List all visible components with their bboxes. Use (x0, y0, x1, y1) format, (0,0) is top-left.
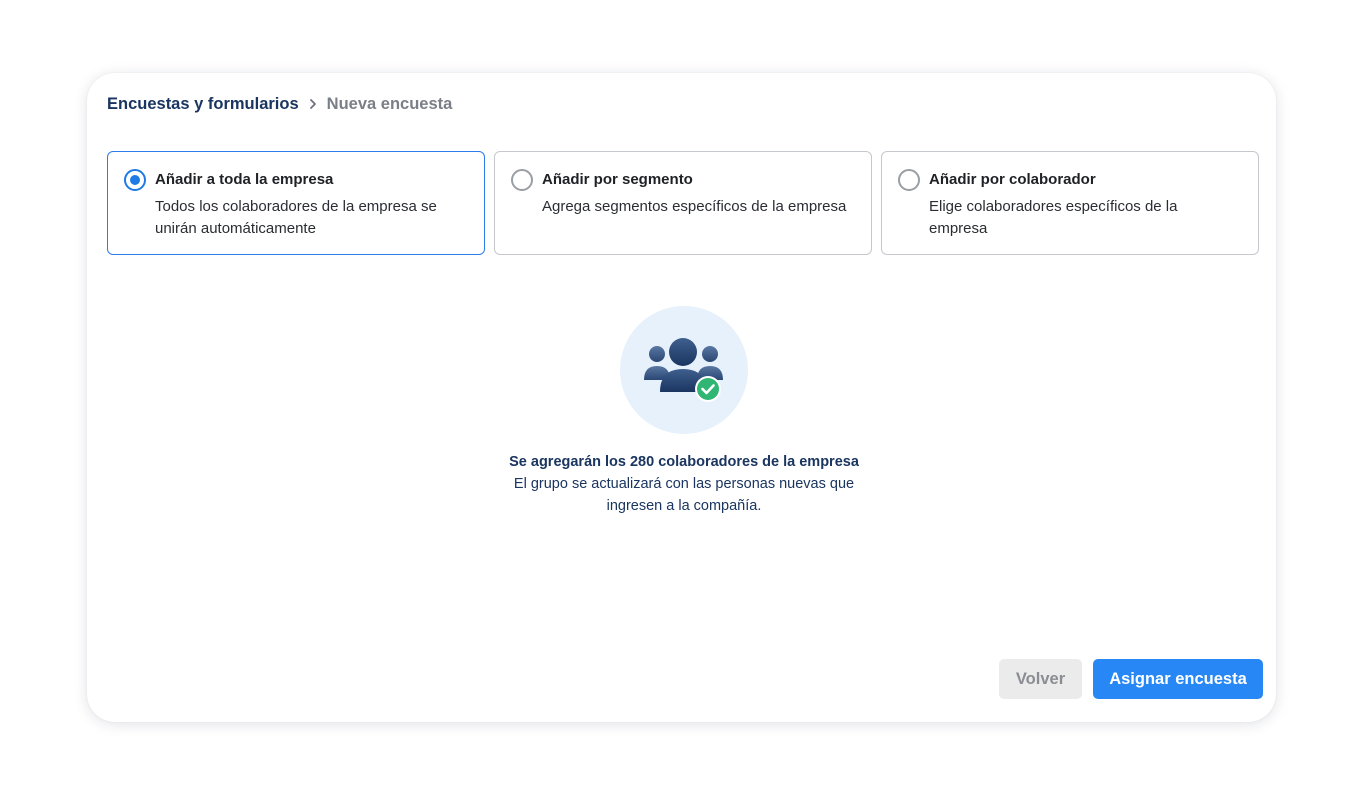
assign-survey-card: Encuestas y formularios Nueva encuesta A… (87, 73, 1276, 722)
option-title: Añadir por segmento (542, 171, 693, 188)
option-by-segment[interactable]: Añadir por segmento Agrega segmentos esp… (494, 151, 872, 255)
info-message: Se agregarán los 280 colaboradores de la… (431, 451, 937, 517)
option-whole-company[interactable]: Añadir a toda la empresa Todos los colab… (107, 151, 485, 255)
info-title: Se agregarán los 280 colaboradores de la… (509, 454, 859, 470)
option-title: Añadir a toda la empresa (155, 171, 334, 188)
option-description: Agrega segmentos específicos de la empre… (542, 198, 847, 215)
group-check-icon (620, 306, 748, 434)
breadcrumb: Encuestas y formularios Nueva encuesta (107, 93, 452, 115)
option-description: Elige colaboradores específicos de la em… (929, 198, 1178, 237)
option-title: Añadir por colaborador (929, 171, 1096, 188)
chevron-right-icon (299, 98, 327, 110)
breadcrumb-current: Nueva encuesta (326, 94, 453, 113)
assignment-options: Añadir a toda la empresa Todos los colab… (107, 151, 1259, 255)
radio-button[interactable] (898, 169, 920, 191)
info-subtitle: El grupo se actualizará con las personas… (513, 476, 855, 514)
back-button[interactable]: Volver (999, 659, 1082, 699)
radio-button[interactable] (511, 169, 533, 191)
breadcrumb-root-link[interactable]: Encuestas y formularios (107, 95, 299, 114)
assign-survey-button[interactable]: Asignar encuesta (1093, 659, 1263, 699)
option-description: Todos los colaboradores de la empresa se… (155, 198, 437, 237)
radio-button-selected[interactable] (124, 169, 146, 191)
option-by-collaborator[interactable]: Añadir por colaborador Elige colaborador… (881, 151, 1259, 255)
